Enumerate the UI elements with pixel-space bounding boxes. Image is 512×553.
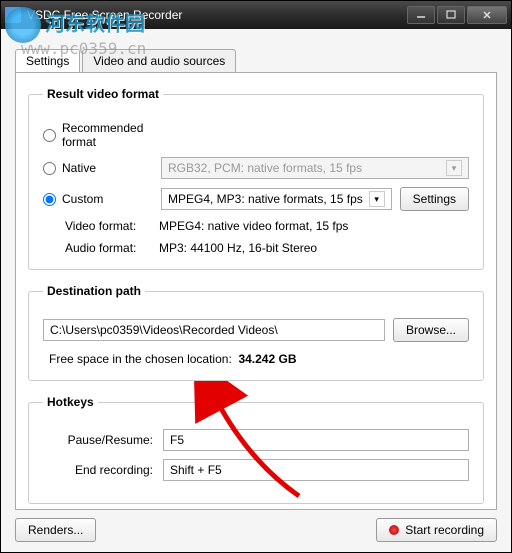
free-space-label: Free space in the chosen location: [49,352,232,366]
titlebar: VSDC Free Screen Recorder [1,1,511,29]
browse-button[interactable]: Browse... [393,318,469,342]
hotkeys-legend: Hotkeys [43,395,98,409]
custom-label: Custom [62,192,103,206]
window-title: VSDC Free Screen Recorder [27,8,407,22]
start-recording-button[interactable]: Start recording [376,518,497,542]
native-combo: RGB32, PCM: native formats, 15 fps ▾ [161,157,469,179]
result-video-format-group: Result video format Recommended format N… [28,87,484,270]
destination-path-group: Destination path Browse... Free space in… [28,284,484,381]
pause-resume-label: Pause/Resume: [43,433,153,447]
result-legend: Result video format [43,87,163,101]
custom-combo[interactable]: MPEG4, MP3: native formats, 15 fps ▾ [161,188,392,210]
close-button[interactable] [467,6,507,24]
tab-video-audio-sources[interactable]: Video and audio sources [82,49,236,73]
native-label: Native [62,161,96,175]
settings-button[interactable]: Settings [400,187,469,211]
tab-panel: Result video format Recommended format N… [15,72,497,510]
custom-radio[interactable]: Custom [43,192,153,206]
free-space-value: 34.242 GB [238,352,296,366]
chevron-down-icon: ▾ [446,160,462,176]
native-radio[interactable]: Native [43,161,153,175]
maximize-button[interactable] [437,6,465,24]
destination-path-input[interactable] [43,319,385,341]
minimize-button[interactable] [407,6,435,24]
renders-button[interactable]: Renders... [15,518,96,542]
destination-legend: Destination path [43,284,145,298]
video-format-value: MPEG4: native video format, 15 fps [159,219,348,233]
record-icon [389,525,399,535]
end-recording-label: End recording: [43,463,153,477]
end-recording-input[interactable] [163,459,469,481]
audio-format-value: MP3: 44100 Hz, 16-bit Stereo [159,241,317,255]
start-recording-label: Start recording [405,523,484,537]
hotkeys-group: Hotkeys Pause/Resume: End recording: [28,395,484,504]
app-icon [5,7,21,23]
chevron-down-icon[interactable]: ▾ [369,191,385,207]
tab-settings[interactable]: Settings [15,49,80,73]
recommended-label: Recommended format [62,121,153,149]
video-format-label: Video format: [65,219,159,233]
audio-format-label: Audio format: [65,241,159,255]
pause-resume-input[interactable] [163,429,469,451]
recommended-radio[interactable]: Recommended format [43,121,153,149]
